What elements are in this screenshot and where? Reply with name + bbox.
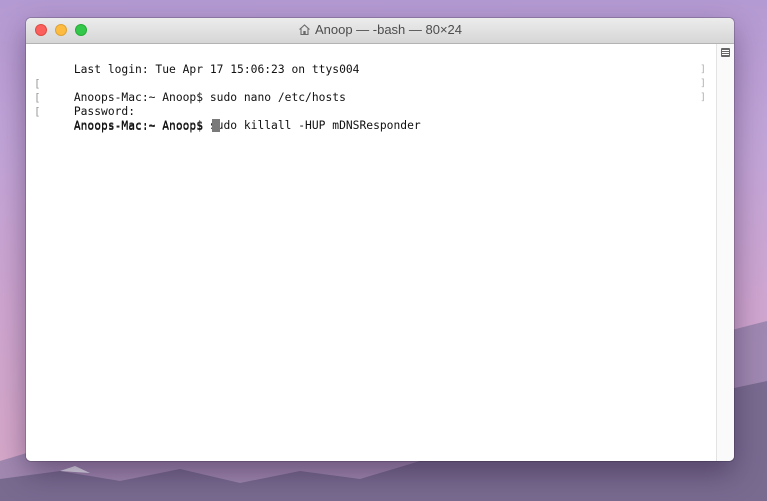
vertical-scrollbar[interactable]: [716, 44, 734, 461]
title-bar[interactable]: Anoop — -bash — 80×24: [26, 18, 734, 44]
terminal-line: [ Anoops-Mac:~ Anoop$ sudo nano /etc/hos…: [34, 64, 706, 104]
terminal-line: [ Anoops-Mac:~ Anoop$ sudo killall -HUP …: [34, 92, 706, 132]
mark-bracket-right: ]: [699, 64, 706, 75]
window-title: Anoop — -bash — 80×24: [26, 22, 734, 37]
mark-bracket-right: ]: [699, 92, 706, 103]
terminal-prompt-line: Anoops-Mac:~ Anoop$: [33, 105, 708, 133]
mark-bracket-right: ]: [699, 78, 706, 89]
terminal-window: Anoop — -bash — 80×24 Last login: Tue Ap…: [26, 18, 734, 461]
terminal-content[interactable]: Last login: Tue Apr 17 15:06:23 on ttys0…: [26, 44, 716, 461]
terminal-line: Last login: Tue Apr 17 15:06:23 on ttys0…: [73, 63, 360, 76]
home-icon: [299, 24, 310, 36]
marks-menu-icon[interactable]: [721, 48, 730, 57]
terminal-line: [ Password: ]: [34, 78, 706, 118]
window-title-text: Anoop — -bash — 80×24: [314, 22, 463, 37]
text-cursor: [211, 119, 220, 132]
